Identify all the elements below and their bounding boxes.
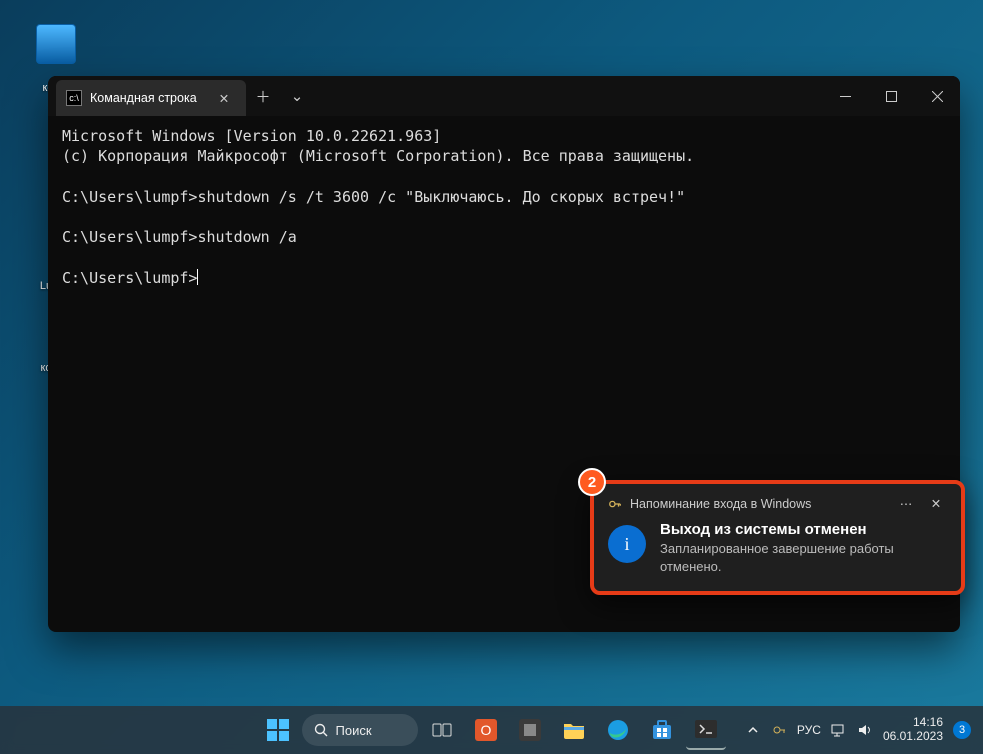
tray-volume-icon[interactable]	[857, 722, 873, 738]
notification-toast[interactable]: 2 Напоминание входа в Windows ⋯ ✕ i Выхо…	[590, 480, 965, 595]
taskbar: Поиск O РУС 14:16 06.01.2023 3	[0, 706, 983, 754]
info-icon: i	[608, 525, 646, 563]
prompt: C:\Users\lumpf>	[62, 188, 197, 206]
toast-more-button[interactable]: ⋯	[895, 496, 917, 511]
desktop-icon-thispc[interactable]	[32, 24, 80, 67]
terminal-icon	[695, 720, 717, 738]
prompt: C:\Users\lumpf>	[62, 228, 197, 246]
tray-language[interactable]: РУС	[797, 723, 821, 737]
taskbar-search[interactable]: Поиск	[302, 714, 418, 746]
taskbar-app[interactable]	[510, 710, 550, 750]
windows-icon	[267, 719, 289, 741]
tray-time: 14:16	[883, 716, 943, 730]
edge-icon	[607, 719, 629, 741]
command-text: shutdown /s /t 3600 /c "Выключаюсь. До с…	[197, 188, 685, 206]
toast-message: Запланированное завершение работы отмене…	[660, 540, 947, 575]
taskbar-app[interactable]: O	[466, 710, 506, 750]
tray-notification-badge[interactable]: 3	[953, 721, 971, 739]
search-placeholder: Поиск	[336, 723, 372, 738]
start-button[interactable]	[258, 710, 298, 750]
titlebar[interactable]: c:\ Командная строка ✕ ＋ ⌄	[48, 76, 960, 116]
store-icon	[651, 719, 673, 741]
system-tray: РУС 14:16 06.01.2023 3	[745, 716, 971, 744]
taskbar-edge[interactable]	[598, 710, 638, 750]
toast-title: Выход из системы отменен	[660, 521, 947, 538]
svg-text:O: O	[480, 722, 491, 738]
terminal-output[interactable]: Microsoft Windows [Version 10.0.22621.96…	[48, 116, 960, 298]
taskview-icon	[432, 720, 452, 740]
tab-dropdown-button[interactable]: ⌄	[280, 76, 314, 116]
tray-network-icon[interactable]	[831, 722, 847, 738]
prompt: C:\Users\lumpf>	[62, 269, 197, 287]
key-icon	[608, 497, 622, 511]
close-button[interactable]	[914, 76, 960, 116]
tray-chevron-up-icon[interactable]	[745, 722, 761, 738]
tray-key-icon[interactable]	[771, 722, 787, 738]
tray-clock[interactable]: 14:16 06.01.2023	[883, 716, 943, 744]
taskbar-terminal[interactable]	[686, 710, 726, 750]
tab-cmd[interactable]: c:\ Командная строка ✕	[56, 80, 246, 116]
new-tab-button[interactable]: ＋	[246, 76, 280, 116]
output-line: Microsoft Windows [Version 10.0.22621.96…	[62, 127, 441, 145]
tray-date: 06.01.2023	[883, 730, 943, 744]
maximize-button[interactable]	[868, 76, 914, 116]
toast-app-name: Напоминание входа в Windows	[630, 497, 811, 511]
tab-close-button[interactable]: ✕	[212, 91, 236, 106]
app-icon	[519, 719, 541, 741]
task-view-button[interactable]	[422, 710, 462, 750]
toast-close-button[interactable]: ✕	[925, 496, 947, 511]
taskbar-store[interactable]	[642, 710, 682, 750]
minimize-button[interactable]	[822, 76, 868, 116]
command-text: shutdown /a	[197, 228, 296, 246]
chevron-down-icon: ⌄	[291, 87, 304, 105]
tab-title: Командная строка	[90, 91, 197, 105]
folder-icon	[563, 721, 585, 739]
cmd-icon: c:\	[66, 90, 82, 106]
output-line: (c) Корпорация Майкрософт (Microsoft Cor…	[62, 147, 694, 165]
callout-badge: 2	[578, 468, 606, 496]
taskbar-explorer[interactable]	[554, 710, 594, 750]
app-icon: O	[475, 719, 497, 741]
search-icon	[314, 723, 328, 737]
text-cursor	[197, 269, 198, 285]
